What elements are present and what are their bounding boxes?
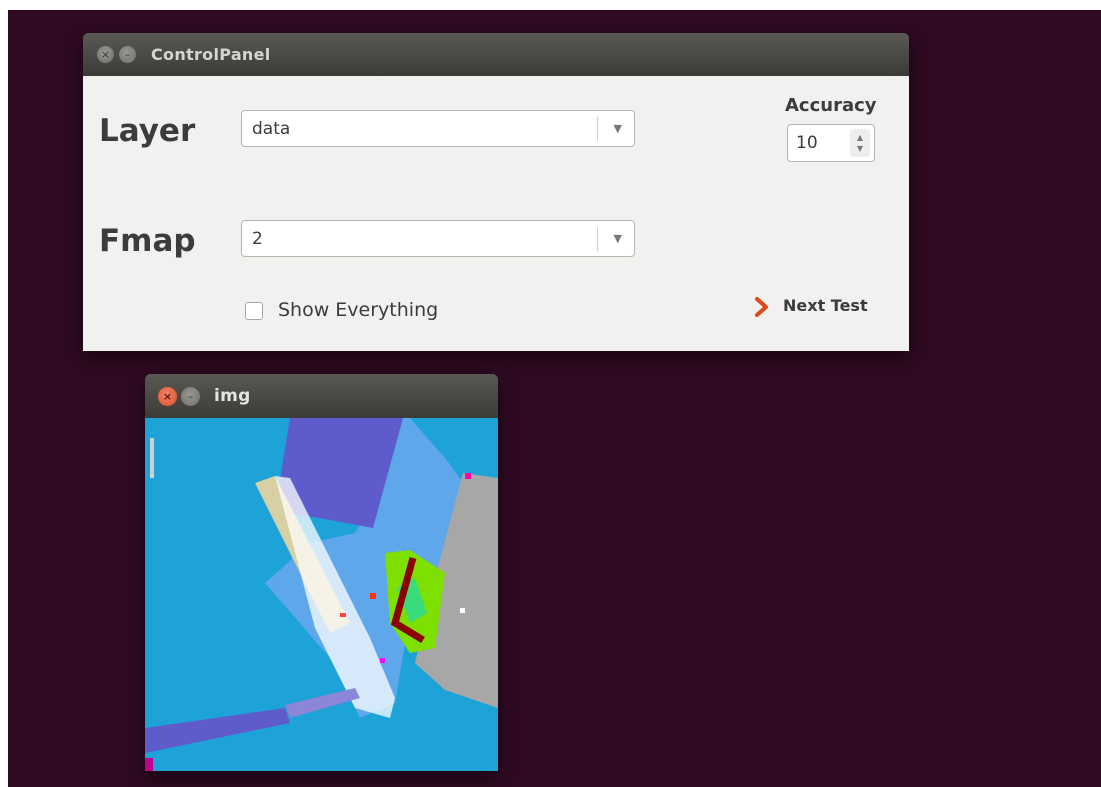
fmap-label: Fmap bbox=[99, 223, 196, 259]
segmentation-map bbox=[145, 418, 498, 771]
accuracy-value[interactable]: 10 bbox=[796, 133, 818, 153]
dropdown-arrow-icon[interactable]: ▼ bbox=[614, 232, 622, 245]
show-everything-label[interactable]: Show Everything bbox=[278, 299, 438, 321]
dropdown-arrow-icon[interactable]: ▼ bbox=[614, 122, 622, 135]
spin-up-icon[interactable]: ▲ bbox=[857, 132, 863, 143]
img-titlebar[interactable]: × – img bbox=[145, 374, 498, 418]
show-everything-checkbox[interactable] bbox=[245, 302, 263, 320]
layer-dropdown-value: data bbox=[252, 119, 291, 139]
spin-buttons[interactable]: ▲ ▼ bbox=[850, 129, 870, 157]
dropdown-separator bbox=[597, 227, 598, 251]
accuracy-spinbox[interactable]: 10 ▲ ▼ bbox=[787, 124, 875, 162]
dropdown-separator bbox=[597, 117, 598, 141]
chevron-right-icon[interactable] bbox=[754, 296, 770, 318]
layer-dropdown[interactable]: data ▼ bbox=[241, 110, 635, 147]
screen-border-top bbox=[0, 0, 1101, 10]
spin-down-icon[interactable]: ▼ bbox=[857, 143, 863, 154]
window-title: img bbox=[214, 386, 251, 406]
close-icon[interactable]: × bbox=[158, 386, 177, 406]
minimize-icon[interactable]: – bbox=[119, 46, 136, 63]
next-test-button[interactable]: Next Test bbox=[783, 296, 868, 315]
segmentation-image bbox=[145, 418, 498, 771]
close-icon[interactable]: × bbox=[97, 46, 114, 63]
accuracy-label: Accuracy bbox=[785, 95, 877, 116]
screen-border-left bbox=[0, 0, 8, 787]
control-panel-titlebar[interactable]: × – ControlPanel bbox=[83, 33, 909, 76]
fmap-dropdown[interactable]: 2 ▼ bbox=[241, 220, 635, 257]
img-window: × – img bbox=[145, 374, 498, 771]
minimize-icon[interactable]: – bbox=[181, 386, 200, 406]
control-panel-window: × – ControlPanel Layer data ▼ Accuracy 1… bbox=[83, 33, 909, 351]
window-title: ControlPanel bbox=[151, 45, 271, 64]
fmap-dropdown-value: 2 bbox=[252, 229, 263, 249]
layer-label: Layer bbox=[99, 113, 196, 149]
